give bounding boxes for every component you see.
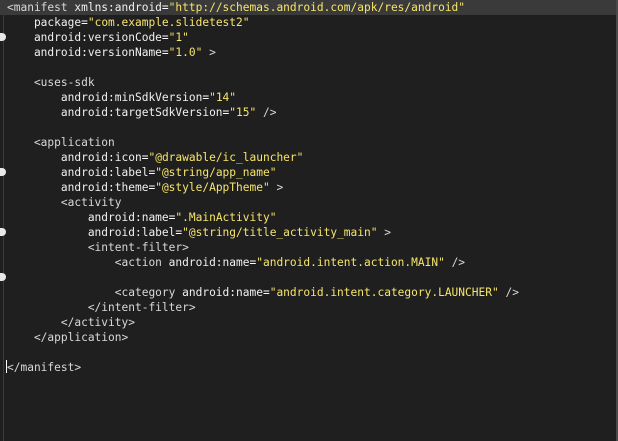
code-line-18[interactable]: <action android:name="android.intent.act… bbox=[0, 255, 618, 270]
code-line-25[interactable]: </manifest> bbox=[0, 360, 618, 375]
line-text: android:label="@string/app_name" bbox=[7, 165, 277, 180]
line-text: <category android:name="android.intent.c… bbox=[7, 285, 519, 300]
code-token: = bbox=[81, 16, 88, 29]
line-text: android:minSdkVersion="14" bbox=[7, 90, 236, 105]
code-token: android:icon bbox=[7, 151, 142, 164]
code-line-13[interactable]: android:theme="@style/AppTheme" > bbox=[0, 180, 618, 195]
line-text: android:versionCode="1" bbox=[7, 30, 189, 45]
code-line-6[interactable]: <uses-sdk bbox=[0, 75, 618, 90]
code-token: <intent-filter> bbox=[7, 241, 189, 254]
code-token: android:minSdkVersion bbox=[7, 91, 203, 104]
code-token: android:name bbox=[168, 256, 250, 269]
code-token: "com.example.slidetest2" bbox=[87, 16, 250, 29]
code-token: android:name bbox=[7, 211, 169, 224]
line-text: </manifest> bbox=[6, 360, 82, 375]
line-text: <manifest xmlns:android="http://schemas.… bbox=[7, 0, 465, 15]
code-token: /> bbox=[444, 256, 466, 269]
code-editor[interactable]: <manifest xmlns:android="http://schemas.… bbox=[0, 0, 618, 441]
line-text: package="com.example.slidetest2" bbox=[7, 15, 250, 30]
code-token: android:theme bbox=[7, 181, 149, 194]
code-line-24[interactable] bbox=[0, 345, 618, 360]
code-token: android:targetSdkVersion bbox=[7, 106, 223, 119]
code-line-2[interactable]: package="com.example.slidetest2" bbox=[0, 15, 618, 30]
code-line-5[interactable] bbox=[0, 60, 618, 75]
code-token: "15" bbox=[229, 106, 257, 119]
line-text: <application bbox=[7, 135, 115, 150]
code-line-12[interactable]: android:label="@string/app_name" bbox=[0, 165, 618, 180]
code-token: > bbox=[269, 181, 284, 194]
line-text: <activity bbox=[7, 195, 122, 210]
code-token: </intent-filter> bbox=[7, 301, 196, 314]
code-token: <manifest bbox=[7, 1, 75, 14]
code-token: > bbox=[377, 226, 391, 239]
code-token: xmlns:android bbox=[74, 1, 162, 14]
code-line-11[interactable]: android:icon="@drawable/ic_launcher" bbox=[0, 150, 618, 165]
code-token: </application> bbox=[7, 331, 129, 344]
code-token: android:label bbox=[7, 166, 149, 179]
code-token: <application bbox=[7, 136, 115, 149]
code-token: android:versionCode bbox=[7, 31, 162, 44]
line-text: android:theme="@style/AppTheme" > bbox=[7, 180, 283, 195]
code-token: = bbox=[262, 286, 270, 299]
code-line-16[interactable]: android:label="@string/title_activity_ma… bbox=[0, 225, 618, 240]
code-token: ".MainActivity" bbox=[175, 211, 277, 224]
code-token: = bbox=[161, 31, 169, 44]
code-line-3[interactable]: android:versionCode="1" bbox=[0, 30, 618, 45]
code-line-20[interactable]: <category android:name="android.intent.c… bbox=[0, 285, 618, 300]
code-token: <uses-sdk bbox=[7, 76, 95, 89]
code-token: "14" bbox=[209, 91, 237, 104]
code-token: android:versionName bbox=[7, 46, 162, 59]
code-token: <action bbox=[7, 256, 169, 269]
code-line-22[interactable]: </activity> bbox=[0, 315, 618, 330]
line-text: <action android:name="android.intent.act… bbox=[7, 255, 465, 270]
line-text: android:versionName="1.0" > bbox=[7, 45, 216, 60]
line-text: </application> bbox=[7, 330, 128, 345]
line-text: </activity> bbox=[7, 315, 135, 330]
line-text: <uses-sdk bbox=[7, 75, 95, 90]
line-text: android:label="@string/title_activity_ma… bbox=[7, 225, 391, 240]
code-token: "http://schemas.android.com/apk/res/andr… bbox=[168, 1, 466, 14]
code-token: <activity bbox=[7, 196, 122, 209]
code-token: </manifest> bbox=[7, 361, 82, 374]
code-token: "@string/app_name" bbox=[155, 166, 277, 179]
code-line-8[interactable]: android:targetSdkVersion="15" /> bbox=[0, 105, 618, 120]
code-token: = bbox=[161, 46, 169, 59]
code-line-1[interactable]: <manifest xmlns:android="http://schemas.… bbox=[0, 0, 618, 41]
code-token: /> bbox=[498, 286, 519, 299]
code-line-9[interactable] bbox=[0, 120, 618, 135]
code-token: <category bbox=[7, 286, 183, 299]
line-text: <intent-filter> bbox=[7, 240, 189, 255]
code-token: /> bbox=[256, 106, 277, 119]
code-token: > bbox=[202, 46, 216, 59]
code-line-14[interactable]: <activity bbox=[0, 195, 618, 236]
code-token: "1.0" bbox=[168, 46, 203, 59]
code-line-23[interactable]: </application> bbox=[0, 330, 618, 345]
code-token: "@style/AppTheme" bbox=[155, 181, 270, 194]
code-token: package bbox=[7, 16, 82, 29]
code-token: android:label bbox=[7, 226, 176, 239]
line-text: </intent-filter> bbox=[7, 300, 196, 315]
code-token: = bbox=[161, 1, 169, 14]
code-line-4[interactable]: android:versionName="1.0" > bbox=[0, 45, 618, 60]
code-token: android:name bbox=[182, 286, 263, 299]
code-line-19[interactable] bbox=[0, 270, 618, 285]
line-text: android:name=".MainActivity" bbox=[7, 210, 277, 225]
code-line-7[interactable]: android:minSdkVersion="14" bbox=[0, 90, 618, 105]
code-token: "@string/title_activity_main" bbox=[182, 226, 378, 239]
code-token: "1" bbox=[168, 31, 189, 44]
code-line-15[interactable]: android:name=".MainActivity" bbox=[0, 210, 618, 225]
code-token: </activity> bbox=[7, 316, 135, 329]
line-text: android:targetSdkVersion="15" /> bbox=[7, 105, 277, 120]
code-token: "android.intent.category.LAUNCHER" bbox=[269, 286, 499, 299]
code-line-17[interactable]: <intent-filter> bbox=[0, 240, 618, 281]
code-token: "android.intent.action.MAIN" bbox=[256, 256, 445, 269]
code-token: "@drawable/ic_launcher" bbox=[148, 151, 304, 164]
code-line-21[interactable]: </intent-filter> bbox=[0, 300, 618, 315]
code-line-10[interactable]: <application bbox=[0, 135, 618, 176]
line-text: android:icon="@drawable/ic_launcher" bbox=[7, 150, 304, 165]
